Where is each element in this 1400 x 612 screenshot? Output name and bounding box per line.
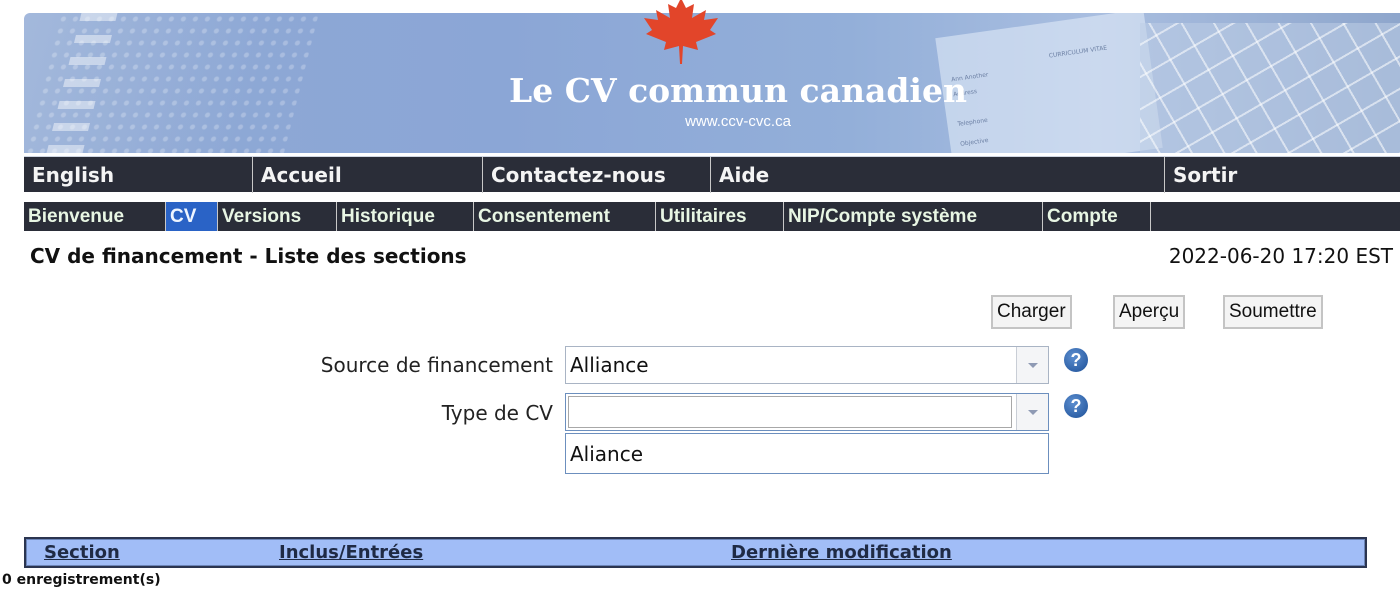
funding-source-value: Alliance — [570, 353, 649, 377]
paper-text: Objective — [959, 136, 989, 148]
sub-navigation: Bienvenue CV Versions Historique Consent… — [24, 202, 1400, 231]
cv-type-label: Type de CV — [441, 401, 553, 425]
chevron-down-icon[interactable] — [1016, 347, 1048, 383]
funding-source-label: Source de financement — [320, 353, 553, 377]
nav-english[interactable]: English — [24, 157, 252, 193]
nav-aide[interactable]: Aide — [710, 157, 1164, 193]
help-icon[interactable]: ? — [1064, 394, 1088, 418]
dropdown-option[interactable]: Aliance — [570, 434, 643, 474]
column-header-section[interactable]: Section — [44, 539, 120, 566]
nav-accueil[interactable]: Accueil — [252, 157, 482, 193]
column-header-inclus-entrees[interactable]: Inclus/Entrées — [279, 539, 423, 566]
paper-text: CURRICULUM VITAE — [1048, 44, 1108, 60]
timestamp: 2022-06-20 17:20 EST — [1168, 244, 1393, 268]
site-title: Le CV commun canadien — [509, 71, 967, 110]
load-button[interactable]: Charger — [991, 295, 1072, 329]
cv-type-select[interactable] — [565, 393, 1049, 431]
tab-historique[interactable]: Historique — [336, 202, 473, 231]
tab-cv[interactable]: CV — [165, 202, 217, 231]
sections-table-header: Section Inclus/Entrées Dernière modifica… — [24, 537, 1367, 568]
cv-type-input[interactable] — [568, 396, 1012, 428]
maple-leaf-icon — [644, 0, 718, 64]
funding-source-select[interactable]: Alliance — [565, 346, 1049, 384]
nav-contactez-nous[interactable]: Contactez-nous — [482, 157, 710, 193]
tab-nip-compte-systeme[interactable]: NIP/Compte système — [783, 202, 1042, 231]
tab-utilitaires[interactable]: Utilitaires — [655, 202, 783, 231]
tab-compte[interactable]: Compte — [1042, 202, 1150, 231]
top-navigation: English Accueil Contactez-nous Aide Sort… — [24, 156, 1400, 193]
site-url: www.ccv-cvc.ca — [685, 113, 791, 130]
preview-button[interactable]: Aperçu — [1113, 295, 1186, 329]
nav-sortir[interactable]: Sortir — [1164, 157, 1400, 193]
column-header-derniere-modification[interactable]: Dernière modification — [731, 539, 952, 566]
submit-button[interactable]: Soumettre — [1223, 295, 1323, 329]
tab-filler — [1150, 202, 1400, 231]
page-title: CV de financement - Liste des sections — [30, 244, 467, 268]
tab-versions[interactable]: Versions — [217, 202, 336, 231]
tab-bienvenue[interactable]: Bienvenue — [24, 202, 165, 231]
cv-type-dropdown-list: Aliance — [565, 433, 1049, 474]
tab-consentement[interactable]: Consentement — [473, 202, 655, 231]
chevron-down-icon[interactable] — [1016, 394, 1048, 430]
help-icon[interactable]: ? — [1064, 348, 1088, 372]
record-count: 0 enregistrement(s) — [2, 572, 161, 588]
